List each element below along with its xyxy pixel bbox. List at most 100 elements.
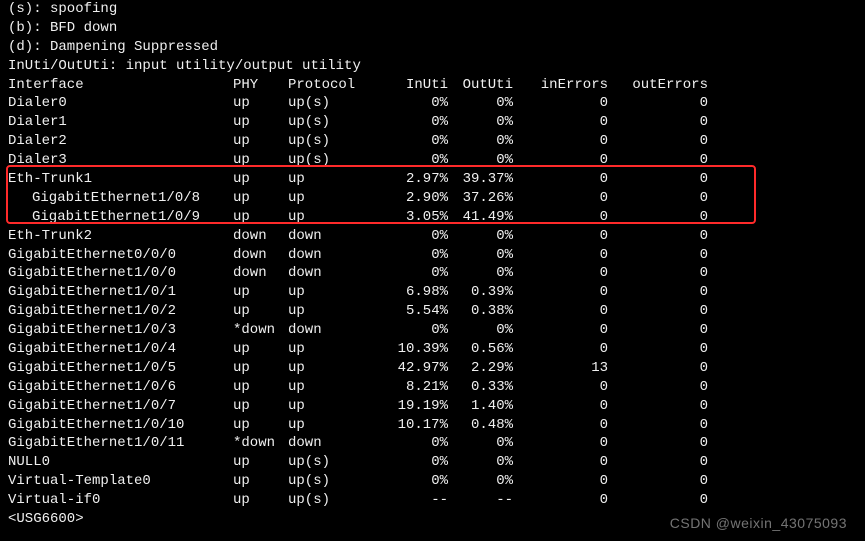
cell-interface: GigabitEthernet0/0/0 (8, 246, 233, 265)
table-row: Dialer2upup(s)0%0%00 (8, 132, 857, 151)
cell-oututi: 0% (448, 264, 513, 283)
cell-outerrors: 0 (608, 416, 708, 435)
cell-protocol: up (288, 208, 383, 227)
cell-phy: *down (233, 321, 288, 340)
table-header: InterfacePHYProtocolInUtiOutUtiinErrorso… (8, 76, 857, 95)
cell-outerrors: 0 (608, 170, 708, 189)
cell-phy: up (233, 453, 288, 472)
cell-outerrors: 0 (608, 113, 708, 132)
cell-protocol: down (288, 264, 383, 283)
cell-inerrors: 0 (513, 378, 608, 397)
cell-inerrors: 0 (513, 283, 608, 302)
cell-protocol: up(s) (288, 472, 383, 491)
table-row: GigabitEthernet1/0/3*downdown0%0%00 (8, 321, 857, 340)
cell-inerrors: 0 (513, 227, 608, 246)
cell-inuti: 0% (383, 472, 448, 491)
table-row: Dialer3upup(s)0%0%00 (8, 151, 857, 170)
cell-interface: GigabitEthernet1/0/2 (8, 302, 233, 321)
cell-inerrors: 0 (513, 264, 608, 283)
cell-outerrors: 0 (608, 132, 708, 151)
cell-oututi: -- (448, 491, 513, 510)
cell-interface: Dialer0 (8, 94, 233, 113)
table-row: Eth-Trunk2downdown0%0%00 (8, 227, 857, 246)
cell-interface: GigabitEthernet1/0/3 (8, 321, 233, 340)
cell-protocol: down (288, 321, 383, 340)
cell-inuti: 8.21% (383, 378, 448, 397)
header-inerrors: inErrors (513, 76, 608, 95)
cell-oututi: 0% (448, 246, 513, 265)
cell-inuti: 0% (383, 227, 448, 246)
cell-interface: Dialer3 (8, 151, 233, 170)
cell-phy: up (233, 170, 288, 189)
cell-protocol: up (288, 170, 383, 189)
cell-phy: up (233, 302, 288, 321)
cell-inuti: 2.90% (383, 189, 448, 208)
table-row: GigabitEthernet1/0/7upup19.19%1.40%00 (8, 397, 857, 416)
cell-inerrors: 0 (513, 170, 608, 189)
table-row: GigabitEthernet1/0/4upup10.39%0.56%00 (8, 340, 857, 359)
cell-phy: up (233, 189, 288, 208)
cell-interface: GigabitEthernet1/0/10 (8, 416, 233, 435)
cell-phy: up (233, 132, 288, 151)
cell-inuti: 5.54% (383, 302, 448, 321)
cell-inerrors: 0 (513, 302, 608, 321)
table-row: GigabitEthernet1/0/2upup5.54%0.38%00 (8, 302, 857, 321)
table-row: GigabitEthernet1/0/1upup6.98%0.39%00 (8, 283, 857, 302)
table-row: GigabitEthernet1/0/6upup8.21%0.33%00 (8, 378, 857, 397)
cell-outerrors: 0 (608, 491, 708, 510)
cell-interface: Dialer2 (8, 132, 233, 151)
cell-oututi: 0% (448, 227, 513, 246)
cell-oututi: 41.49% (448, 208, 513, 227)
cell-interface: Dialer1 (8, 113, 233, 132)
cell-oututi: 0.33% (448, 378, 513, 397)
cell-inuti: 19.19% (383, 397, 448, 416)
cell-protocol: down (288, 246, 383, 265)
cell-outerrors: 0 (608, 189, 708, 208)
cell-inuti: 2.97% (383, 170, 448, 189)
header-outerrors: outErrors (608, 76, 708, 95)
cell-oututi: 0.39% (448, 283, 513, 302)
cell-phy: up (233, 378, 288, 397)
cell-interface: GigabitEthernet1/0/5 (8, 359, 233, 378)
header-phy: PHY (233, 76, 288, 95)
cell-outerrors: 0 (608, 246, 708, 265)
cell-protocol: up (288, 359, 383, 378)
cell-outerrors: 0 (608, 151, 708, 170)
cell-outerrors: 0 (608, 264, 708, 283)
cell-protocol: up(s) (288, 151, 383, 170)
cell-inerrors: 0 (513, 246, 608, 265)
cell-outerrors: 0 (608, 283, 708, 302)
table-row: Eth-Trunk1upup2.97%39.37%00 (8, 170, 857, 189)
cell-phy: down (233, 246, 288, 265)
cell-interface: GigabitEthernet1/0/4 (8, 340, 233, 359)
table-row: GigabitEthernet1/0/0downdown0%0%00 (8, 264, 857, 283)
cell-protocol: up(s) (288, 132, 383, 151)
cell-inerrors: 0 (513, 491, 608, 510)
cell-phy: up (233, 397, 288, 416)
cell-interface: GigabitEthernet1/0/8 (8, 189, 209, 208)
cell-protocol: up(s) (288, 94, 383, 113)
cell-phy: up (233, 208, 288, 227)
cell-outerrors: 0 (608, 227, 708, 246)
cell-oututi: 2.29% (448, 359, 513, 378)
cell-inuti: 3.05% (383, 208, 448, 227)
cell-phy: down (233, 227, 288, 246)
cell-outerrors: 0 (608, 397, 708, 416)
table-row: GigabitEthernet1/0/5upup42.97%2.29%130 (8, 359, 857, 378)
table-row: GigabitEthernet1/0/8upup2.90%37.26%00 (8, 189, 857, 208)
cell-protocol: up (288, 340, 383, 359)
cell-phy: up (233, 113, 288, 132)
cell-inuti: 42.97% (383, 359, 448, 378)
cell-inerrors: 0 (513, 94, 608, 113)
cell-inuti: 10.39% (383, 340, 448, 359)
cell-interface: GigabitEthernet1/0/0 (8, 264, 233, 283)
cell-inuti: 0% (383, 434, 448, 453)
cell-interface: Eth-Trunk1 (8, 170, 233, 189)
cell-inuti: 0% (383, 113, 448, 132)
cell-protocol: down (288, 227, 383, 246)
cell-protocol: up (288, 397, 383, 416)
cell-inuti: 0% (383, 132, 448, 151)
cell-oututi: 0% (448, 151, 513, 170)
cell-phy: up (233, 491, 288, 510)
cell-outerrors: 0 (608, 340, 708, 359)
